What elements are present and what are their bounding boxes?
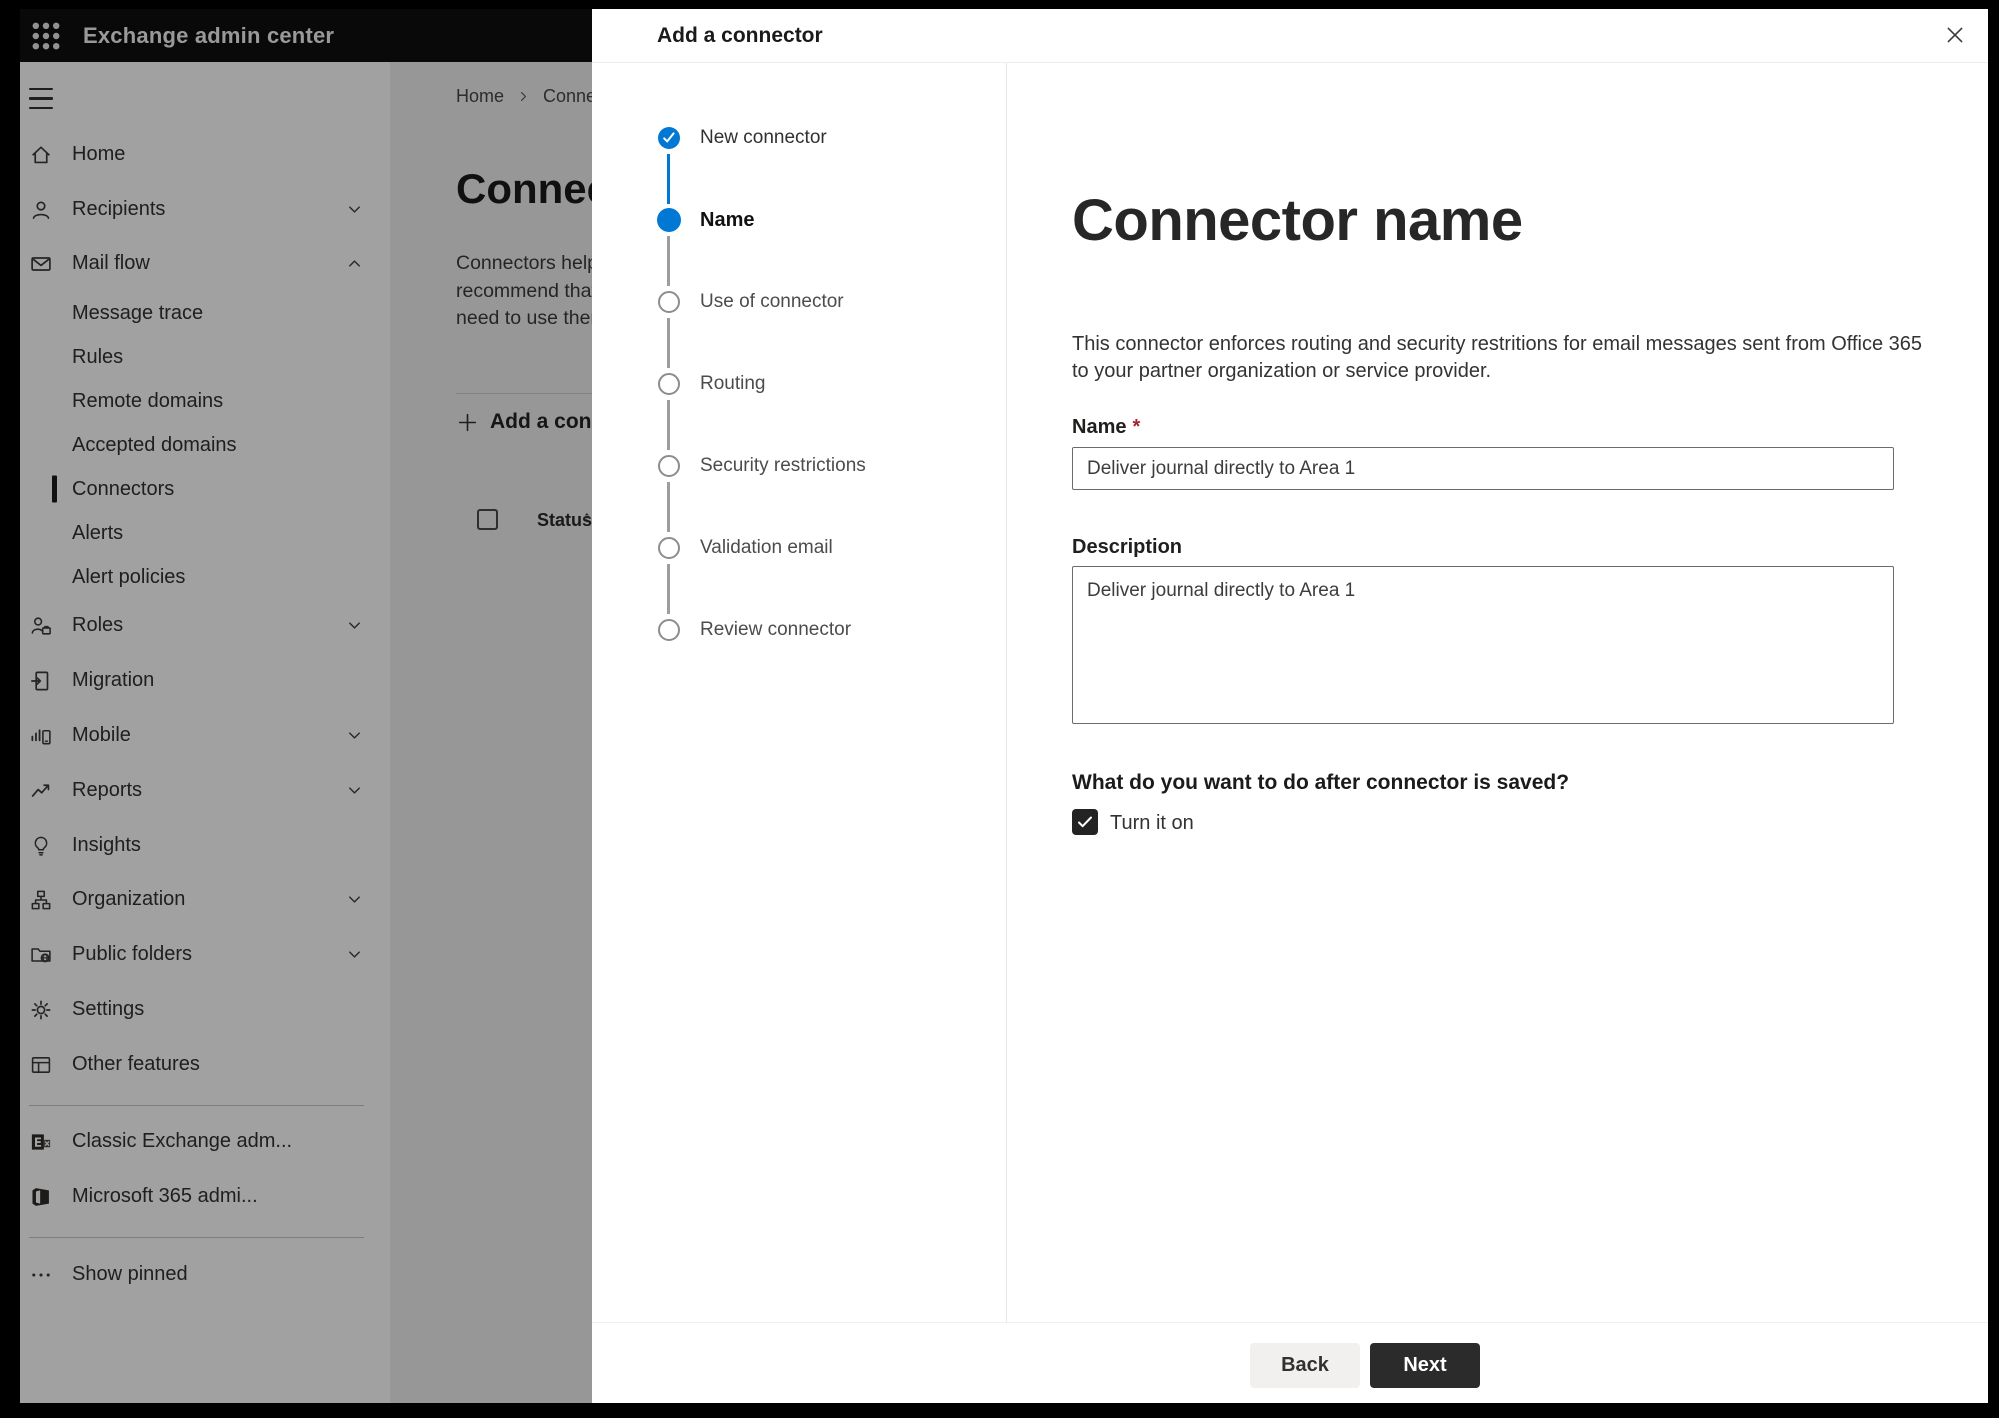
dialog-header: Add a connector — [592, 9, 1988, 63]
step-connector-line — [667, 564, 670, 614]
turn-it-on-label: Turn it on — [1110, 812, 1194, 834]
after-save-question: What do you want to do after connector i… — [1072, 771, 1570, 794]
description-field-label: Description — [1072, 536, 1183, 558]
step-circle-validation-email — [658, 537, 680, 559]
step-label: Review connector — [700, 619, 852, 640]
step-connector-line — [667, 482, 670, 532]
step-heading: Connector name — [1072, 188, 1523, 253]
required-asterisk: * — [1132, 416, 1141, 438]
step-circle-review-connector — [658, 619, 680, 641]
step-circle-routing — [658, 373, 680, 395]
step-connector-line — [667, 400, 670, 450]
step-description: This connector enforces routing and secu… — [1072, 333, 1923, 382]
step-circle-new-connector — [658, 127, 680, 149]
back-button[interactable]: Back — [1250, 1343, 1360, 1388]
step-connector-line — [667, 318, 670, 368]
close-icon[interactable] — [1944, 24, 1966, 46]
step-circle-use-of-connector — [658, 291, 680, 313]
step-label: Security restrictions — [700, 455, 866, 476]
turn-it-on-checkbox[interactable] — [1072, 809, 1098, 835]
app-window: Exchange admin center Home Recipients Ma… — [20, 9, 1988, 1403]
connector-name-input[interactable] — [1072, 447, 1894, 490]
step-connector-line — [667, 236, 670, 286]
step-circle-security-restrictions — [658, 455, 680, 477]
step-label: Validation email — [700, 537, 833, 558]
connector-description-textarea[interactable]: Deliver journal directly to Area 1 — [1072, 566, 1894, 724]
check-icon — [663, 132, 675, 143]
screenshot-frame: Exchange admin center Home Recipients Ma… — [0, 0, 1999, 1418]
add-connector-dialog: Add a connector New connector Name Use o… — [592, 9, 1988, 1403]
step-label: Use of connector — [700, 291, 844, 312]
step-label: New connector — [700, 127, 827, 148]
stepper-divider — [1006, 63, 1007, 1322]
step-connector-line — [667, 154, 670, 204]
next-button[interactable]: Next — [1370, 1343, 1480, 1388]
footer-divider — [592, 1322, 1988, 1323]
name-field-label: Name * — [1072, 416, 1141, 438]
step-label: Routing — [700, 373, 766, 394]
dialog-title: Add a connector — [657, 24, 823, 47]
step-label: Name — [700, 209, 755, 231]
check-icon — [1078, 816, 1092, 828]
step-circle-name — [657, 208, 681, 232]
